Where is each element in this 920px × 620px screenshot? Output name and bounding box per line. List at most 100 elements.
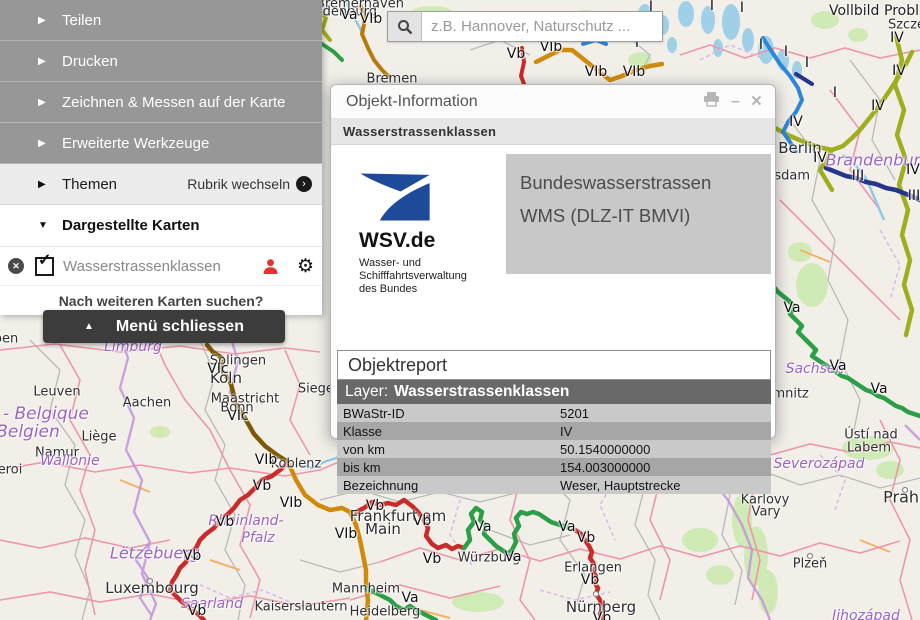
- map-label-cls: Va: [829, 358, 846, 374]
- chevron-right-icon: ▶: [38, 138, 62, 149]
- sidebar-item-teilen[interactable]: ▶Teilen: [0, 0, 322, 41]
- chevron-right-icon: ▶: [38, 179, 62, 190]
- map-label-cls: VIc: [227, 408, 248, 424]
- sidebar-item-label: Erweiterte Werkzeuge: [62, 135, 209, 152]
- fullscreen-link[interactable]: Vollbild: [829, 3, 879, 19]
- rubrik-wechseln-link[interactable]: Rubrik wechseln: [187, 176, 290, 192]
- map-label-city: pen: [0, 332, 18, 347]
- map-label-cls: Va: [783, 300, 800, 316]
- object-attributes-table: BWaStr-ID5201KlasseIVvon km50.1540000000…: [337, 404, 771, 494]
- map-label-cls: I: [833, 85, 837, 101]
- chevron-right-icon: ▶: [38, 15, 62, 26]
- sidebar-item-label: Drucken: [62, 53, 118, 70]
- dialog-subtitle-band: Wasserstrassenklassen: [331, 119, 775, 145]
- layer-name: Wasserstrassenklassen: [63, 258, 262, 275]
- map-label-city: Main: [365, 520, 401, 538]
- cut-link[interactable]: Probl: [884, 3, 919, 19]
- table-row: BezeichnungWeser, Hauptstrecke: [337, 476, 771, 494]
- field-value: Weser, Hauptstrecke: [554, 478, 771, 493]
- map-label-cls: III: [908, 188, 920, 204]
- map-label-region: Wallonie: [40, 453, 99, 469]
- map-label-cls: I: [784, 44, 788, 60]
- chevron-right-icon: ▶: [38, 97, 62, 108]
- map-label-cls: Vb: [423, 551, 441, 567]
- field-value: IV: [554, 424, 771, 439]
- map-label-region: e - Belgique: [0, 404, 89, 424]
- map-label-city: Leuven: [33, 385, 80, 400]
- object-report-box: Objektreport: [337, 350, 771, 380]
- map-label-cls: VIb: [335, 526, 358, 542]
- map-label-cls: Vb: [413, 513, 431, 529]
- map-label-region: Jihozápad: [832, 608, 900, 620]
- map-label-cls: VIb: [585, 64, 608, 80]
- map-label-cls: Vb: [581, 572, 599, 588]
- object-info-dialog: Objekt-Information – × Wasserstrassenkla…: [330, 84, 776, 439]
- map-label-region: Severozápad: [774, 456, 865, 472]
- minimize-icon[interactable]: –: [731, 94, 740, 110]
- table-row: bis km154.003000000: [337, 458, 771, 476]
- sidebar-item-label: Teilen: [62, 12, 101, 29]
- wsv-flag-icon: [359, 173, 431, 221]
- search-input[interactable]: [422, 12, 662, 41]
- map-label-cls: VIb: [280, 495, 303, 511]
- displayed-maps-title: Dargestellte Karten: [62, 217, 200, 234]
- layer-prefix: Layer:: [345, 383, 388, 401]
- table-row: BWaStr-ID5201: [337, 404, 771, 422]
- map-label-cls: IV: [892, 63, 906, 79]
- field-value: 50.1540000000: [554, 442, 771, 457]
- user-icon[interactable]: [262, 258, 279, 275]
- dialog-body: WSV.de Wasser- und Schifffahrtsverwaltun…: [331, 145, 775, 438]
- map-label-cls: Va: [558, 519, 575, 535]
- map-label-city: Kaiserslautern: [254, 600, 347, 615]
- map-label-cls: IV: [906, 162, 920, 178]
- map-label-city: Mannheim: [332, 582, 400, 597]
- map-label-cls: VIb: [360, 11, 383, 27]
- table-row: von km50.1540000000: [337, 440, 771, 458]
- sidebar-item-themen[interactable]: ▶ Themen Rubrik wechseln ›: [0, 164, 322, 205]
- layer-band-name: Wasserstrassenklassen: [394, 383, 569, 401]
- map-label-city: Luxembourg: [105, 579, 199, 597]
- map-label-region: Pfalz: [241, 530, 274, 546]
- map-label-city: Liège: [81, 430, 116, 445]
- map-label-cls: Va: [340, 7, 357, 23]
- map-label-cls: Vb: [188, 603, 206, 619]
- object-report-title: Objektreport: [348, 355, 447, 376]
- close-menu-button[interactable]: ▲ Menü schliessen: [43, 310, 285, 343]
- gear-icon[interactable]: ⚙: [297, 257, 314, 276]
- displayed-maps-header[interactable]: ▼ Dargestellte Karten: [0, 205, 322, 247]
- map-label-cls: Vb: [216, 514, 234, 530]
- dialog-subtitle: Wasserstrassenklassen: [343, 124, 496, 139]
- field-key: bis km: [337, 460, 554, 475]
- layer-band: Layer: Wasserstrassenklassen: [337, 380, 771, 404]
- sidebar: ▶Teilen▶Drucken▶Zeichnen & Messen auf de…: [0, 0, 322, 315]
- dialog-title: Objekt-Information: [346, 93, 703, 111]
- field-key: Bezeichnung: [337, 478, 554, 493]
- map-label-cls: VIb: [255, 452, 278, 468]
- wms-title-box: Bundeswasserstrassen WMS (DLZ-IT BMVI): [506, 154, 771, 274]
- close-icon[interactable]: ×: [751, 92, 762, 111]
- map-label-cls: Vb: [366, 498, 384, 514]
- map-label-cls: Va: [474, 519, 491, 535]
- field-value: 154.003000000: [554, 460, 771, 475]
- map-label-cls: Vb: [593, 610, 611, 620]
- sidebar-item-zeichnen-messen-auf-der-karte[interactable]: ▶Zeichnen & Messen auf der Karte: [0, 82, 322, 123]
- circle-arrow-icon[interactable]: ›: [296, 176, 312, 192]
- print-icon[interactable]: [703, 92, 720, 111]
- map-label-cls: Vb: [253, 478, 271, 494]
- map-label-cls: IV: [789, 114, 803, 130]
- map-label-city: Labem: [847, 441, 891, 456]
- sidebar-item-drucken[interactable]: ▶Drucken: [0, 41, 322, 82]
- search-icon[interactable]: [388, 12, 422, 41]
- sidebar-item-erweiterte-werkzeuge[interactable]: ▶Erweiterte Werkzeuge: [0, 123, 322, 164]
- check-icon: ✓: [38, 250, 51, 270]
- themen-label: Themen: [62, 176, 187, 193]
- map-label-cls: IV: [890, 30, 904, 46]
- layer-checkbox[interactable]: ✓: [35, 257, 54, 276]
- map-label-cls: I: [759, 37, 763, 53]
- remove-layer-icon[interactable]: ✕: [8, 258, 24, 274]
- map-label-cls: IV: [813, 150, 827, 166]
- map-label-city: Praha: [883, 488, 920, 507]
- map-label-city: Vary: [752, 505, 781, 520]
- wsv-logo: WSV.de Wasser- und Schifffahrtsverwaltun…: [359, 173, 504, 296]
- map-label-cls: I: [710, 0, 714, 14]
